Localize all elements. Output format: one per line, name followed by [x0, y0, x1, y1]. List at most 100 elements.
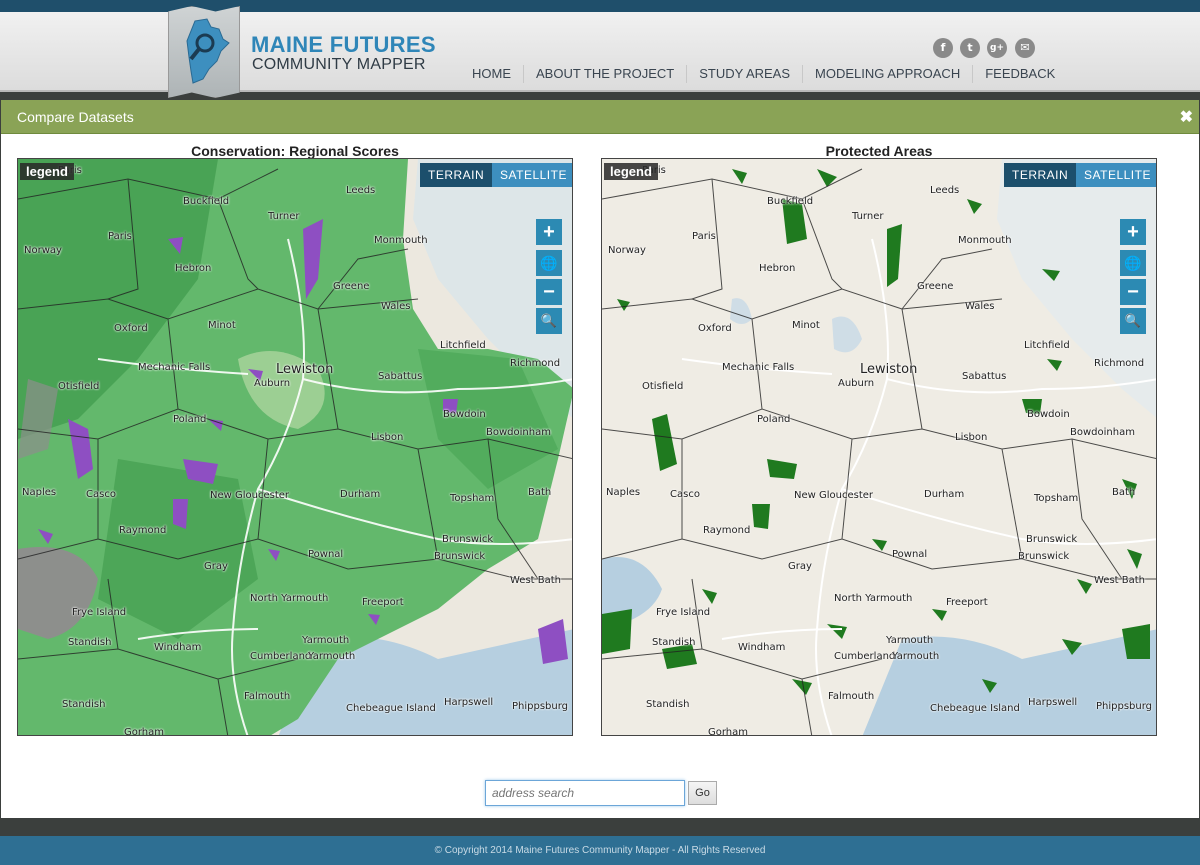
zoom-in-button[interactable]: +: [536, 219, 562, 245]
left-map-title: Conservation: Regional Scores: [191, 143, 399, 159]
town-label: Standish: [652, 637, 696, 648]
town-label: Bowdoin: [443, 409, 486, 420]
satellite-button[interactable]: SATELLITE: [492, 163, 572, 187]
satellite-button[interactable]: SATELLITE: [1076, 163, 1156, 187]
protected-areas-map[interactable]: ParisBuckfieldLeedsTurnerParisNorwayMonm…: [601, 158, 1157, 736]
town-label: Falmouth: [244, 691, 291, 702]
town-label: North Yarmouth: [834, 593, 913, 604]
town-label: Monmouth: [374, 235, 428, 246]
town-label: Bowdoin: [1027, 409, 1070, 420]
town-label: Yarmouth: [308, 651, 356, 662]
terrain-button[interactable]: TERRAIN: [1004, 163, 1077, 187]
town-label: Yarmouth: [886, 635, 934, 646]
modal-title: Compare Datasets: [17, 109, 134, 125]
town-label: Otisfield: [58, 381, 100, 392]
town-label: Frye Island: [656, 607, 711, 618]
town-label: Chebeague Island: [346, 703, 436, 714]
town-label: Chebeague Island: [930, 703, 1020, 714]
globe-icon[interactable]: 🌐: [1120, 250, 1146, 276]
maine-logo-icon[interactable]: [168, 6, 240, 98]
town-label: Lisbon: [955, 432, 988, 443]
town-label: Bath: [528, 487, 552, 498]
conservation-map[interactable]: ParisBuckfieldLeedsTurnerParisNorwayMonm…: [17, 158, 573, 736]
town-label: New Gloucester: [794, 490, 874, 501]
close-icon[interactable]: ✖: [1180, 107, 1193, 127]
globe-icon[interactable]: 🌐: [536, 250, 562, 276]
town-label: Buckfield: [767, 196, 814, 207]
googleplus-icon[interactable]: g+: [987, 38, 1007, 58]
town-label: Windham: [738, 642, 786, 653]
nav-study-areas[interactable]: STUDY AREAS: [686, 65, 802, 83]
town-label: Windham: [154, 642, 202, 653]
nav-about-the-project[interactable]: ABOUT THE PROJECT: [523, 65, 686, 83]
town-label: Yarmouth: [302, 635, 350, 646]
town-label: Naples: [606, 487, 641, 498]
nav-feedback[interactable]: FEEDBACK: [972, 65, 1067, 83]
town-label: Topsham: [450, 493, 495, 504]
town-label: Minot: [792, 320, 820, 331]
nav-home[interactable]: HOME: [460, 65, 523, 83]
town-label: Lewiston: [276, 362, 334, 377]
town-label: Phippsburg: [512, 701, 569, 712]
town-label: Topsham: [1034, 493, 1079, 504]
town-label: Mechanic Falls: [722, 362, 795, 373]
go-button[interactable]: Go: [688, 781, 717, 805]
town-label: Richmond: [510, 358, 561, 369]
site-footer: © Copyright 2014 Maine Futures Community…: [0, 836, 1200, 865]
nav-modeling-approach[interactable]: MODELING APPROACH: [802, 65, 972, 83]
facebook-icon[interactable]: f: [933, 38, 953, 58]
town-label: Paris: [108, 231, 132, 242]
town-label: Gray: [204, 561, 228, 572]
town-label: Standish: [646, 699, 690, 710]
town-label: Turner: [268, 211, 300, 222]
town-label: Brunswick: [434, 551, 486, 562]
town-label: Casco: [670, 489, 700, 500]
legend-button[interactable]: legend: [20, 163, 74, 180]
town-label: Bowdoinham: [1070, 427, 1135, 438]
town-label: Hebron: [759, 263, 796, 274]
legend-button[interactable]: legend: [604, 163, 658, 180]
town-label: Lewiston: [860, 362, 918, 377]
twitter-icon[interactable]: t: [960, 38, 980, 58]
town-label: Hebron: [175, 263, 212, 274]
town-label: Durham: [340, 489, 381, 500]
zoom-out-button[interactable]: −: [536, 279, 562, 305]
site-header: MAINE FUTURES COMMUNITY MAPPER f t g+ ✉ …: [0, 6, 1200, 98]
site-subtitle[interactable]: COMMUNITY MAPPER: [252, 56, 426, 74]
town-label: Richmond: [1094, 358, 1145, 369]
town-label: Greene: [333, 281, 370, 292]
town-label: Leeds: [346, 185, 376, 196]
town-label: Raymond: [119, 525, 167, 536]
town-label: West Bath: [1094, 575, 1146, 586]
town-label: Pownal: [892, 549, 928, 560]
zoom-in-button[interactable]: +: [1120, 219, 1146, 245]
zoom-out-button[interactable]: −: [1120, 279, 1146, 305]
town-label: Cumberland: [834, 651, 896, 662]
town-label: Monmouth: [958, 235, 1012, 246]
town-label: Harpswell: [444, 697, 494, 708]
town-label: Norway: [608, 245, 646, 256]
town-label: Bath: [1112, 487, 1136, 498]
town-label: Poland: [757, 414, 791, 425]
town-label: Wales: [381, 301, 411, 312]
town-label: Frye Island: [72, 607, 127, 618]
town-label: Lisbon: [371, 432, 404, 443]
zoom-box-icon[interactable]: 🔍: [1120, 308, 1146, 334]
town-label: Buckfield: [183, 196, 230, 207]
town-label: New Gloucester: [210, 490, 290, 501]
town-label: Gray: [788, 561, 812, 572]
town-label: Norway: [24, 245, 62, 256]
town-label: Wales: [965, 301, 995, 312]
email-icon[interactable]: ✉: [1015, 38, 1035, 58]
copyright-text: © Copyright 2014 Maine Futures Community…: [434, 845, 766, 856]
zoom-box-icon[interactable]: 🔍: [536, 308, 562, 334]
address-search-input[interactable]: [485, 780, 685, 806]
town-label: Turner: [852, 211, 884, 222]
site-title[interactable]: MAINE FUTURES: [251, 32, 436, 58]
town-label: Leeds: [930, 185, 960, 196]
town-label: Freeport: [362, 597, 404, 608]
town-label: Gorham: [124, 727, 165, 736]
town-label: Mechanic Falls: [138, 362, 211, 373]
town-label: Auburn: [838, 378, 875, 389]
terrain-button[interactable]: TERRAIN: [420, 163, 493, 187]
